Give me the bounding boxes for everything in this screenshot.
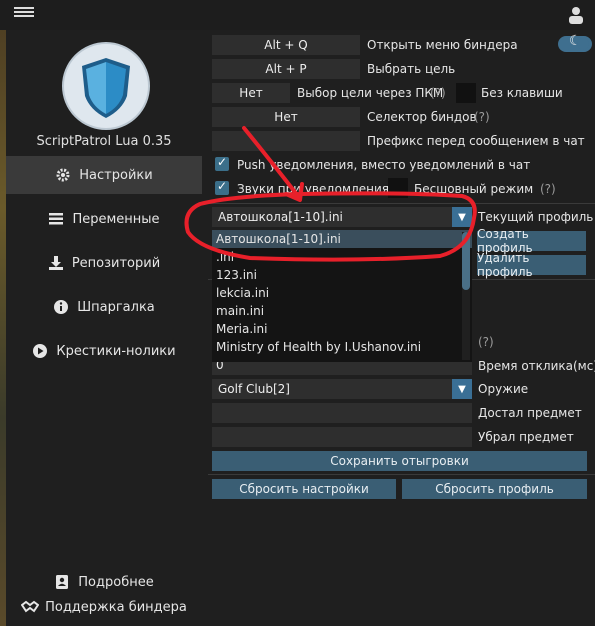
push-label: Push уведомления, вместо уведомлений в ч…	[237, 158, 531, 172]
app-window: ScriptPatrol Lua 0.35 Настройки Переменн…	[0, 0, 595, 626]
response-time-label: Время отклика(мс)	[478, 359, 595, 373]
reset-settings-button[interactable]: Сбросить настройки	[212, 479, 396, 499]
dropdown-option[interactable]: .ini	[212, 248, 472, 266]
sidebar-item-tictactoe[interactable]: Крестики-нолики	[6, 332, 202, 370]
dropdown-option[interactable]: 123.ini	[212, 266, 472, 284]
sound-label: Звуки при уведомлениях	[237, 182, 397, 196]
dropdown-option[interactable]: Автошкола[1-10].ini	[212, 230, 472, 248]
hotkey-open-label: Открыть меню биндера	[367, 38, 518, 52]
silent-label: Бесшовный режим	[414, 182, 534, 196]
create-profile-button[interactable]: Создать профиль	[477, 227, 586, 255]
no-key-label: Без клавиши	[481, 86, 563, 100]
took-item-input[interactable]	[212, 403, 472, 423]
help-hint[interactable]: (?)	[430, 86, 446, 100]
info-icon	[53, 299, 69, 315]
sidebar-item-label: Настройки	[79, 167, 153, 183]
contact-icon	[54, 574, 70, 590]
sidebar-item-more[interactable]: Подробнее	[6, 570, 202, 594]
weapon-select[interactable]: Golf Club[2] ▼	[212, 379, 472, 399]
chevron-down-icon[interactable]: ▼	[452, 379, 472, 399]
divider	[208, 474, 595, 475]
selector-field[interactable]: Нет	[212, 107, 360, 127]
selector-label: Селектор биндов	[367, 110, 477, 124]
profile-label: Текущий профиль	[478, 210, 594, 224]
push-checkbox[interactable]	[215, 155, 229, 171]
chevron-down-icon[interactable]: ▼	[452, 207, 472, 227]
title-bar	[0, 0, 595, 30]
gear-icon	[55, 167, 71, 183]
sidebar-item-variables[interactable]: Переменные	[6, 200, 202, 238]
put-item-label: Убрал предмет	[478, 430, 574, 444]
sidebar-item-repository[interactable]: Репозиторий	[6, 244, 202, 282]
profile-dropdown-list[interactable]: Автошкола[1-10].ini .ini 123.ini lekcia.…	[212, 230, 472, 362]
sidebar-item-support[interactable]: Поддержка биндера	[6, 595, 202, 619]
weapon-label: Оружие	[478, 382, 529, 396]
rmb-select-field[interactable]: Нет	[212, 83, 290, 103]
took-item-label: Достал предмет	[478, 406, 582, 420]
dropdown-option[interactable]: Ministry of Health by I.Ushanov.ini	[212, 338, 472, 356]
help-hint[interactable]: (?)	[540, 182, 556, 196]
hotkey-open-field[interactable]: Alt + Q	[212, 35, 360, 55]
sidebar-item-label: Поддержка биндера	[45, 599, 187, 615]
dropdown-option[interactable]: main.ini	[212, 302, 472, 320]
dropdown-option[interactable]: lekcia.ini	[212, 284, 472, 302]
download-icon	[48, 255, 64, 271]
hamburger-menu-icon[interactable]	[14, 7, 34, 21]
sidebar-item-label: Шпаргалка	[77, 299, 155, 315]
app-logo	[62, 42, 150, 130]
dropdown-option[interactable]: Meria.ini	[212, 320, 472, 338]
app-version: ScriptPatrol Lua 0.35	[36, 134, 172, 149]
hotkey-target-label: Выбрать цель	[367, 62, 456, 76]
sidebar-item-label: Переменные	[72, 211, 160, 227]
handshake-icon	[20, 599, 40, 615]
profile-select-value: Автошкола[1-10].ini	[218, 210, 343, 224]
help-hint[interactable]: (?)	[478, 335, 494, 349]
save-rp-button[interactable]: Сохранить отыгровки	[212, 451, 587, 471]
weapon-select-value: Golf Club[2]	[218, 382, 290, 396]
user-icon[interactable]	[568, 6, 584, 27]
sidebar-item-cheatsheet[interactable]: Шпаргалка	[6, 288, 202, 326]
moon-icon: ☾	[569, 33, 582, 49]
scrollbar-thumb[interactable]	[462, 232, 470, 290]
profile-select[interactable]: Автошкола[1-10].ini ▼	[212, 207, 472, 227]
play-icon	[32, 343, 48, 359]
hotkey-target-field[interactable]: Alt + P	[212, 59, 360, 79]
sidebar-item-label: Репозиторий	[71, 255, 161, 271]
delete-profile-button[interactable]: Удалить профиль	[477, 251, 586, 279]
list-icon	[48, 211, 64, 227]
no-key-checkbox[interactable]	[456, 83, 476, 103]
prefix-label: Префикс перед сообщением в чат	[367, 134, 585, 148]
sidebar-item-label: Подробнее	[78, 574, 154, 590]
put-item-input[interactable]	[212, 427, 472, 447]
reset-profile-button[interactable]: Сбросить профиль	[402, 479, 587, 499]
prefix-input[interactable]	[212, 131, 360, 151]
help-hint[interactable]: (?)	[474, 110, 490, 124]
silent-checkbox[interactable]	[388, 178, 408, 198]
rmb-select-label: Выбор цели через ПКМ	[297, 86, 444, 100]
sidebar-item-label: Крестики-нолики	[56, 343, 176, 359]
divider	[208, 203, 595, 204]
sound-checkbox[interactable]	[215, 179, 229, 195]
sidebar-item-settings[interactable]: Настройки	[6, 156, 202, 194]
dropdown-scrollbar[interactable]	[462, 232, 470, 360]
